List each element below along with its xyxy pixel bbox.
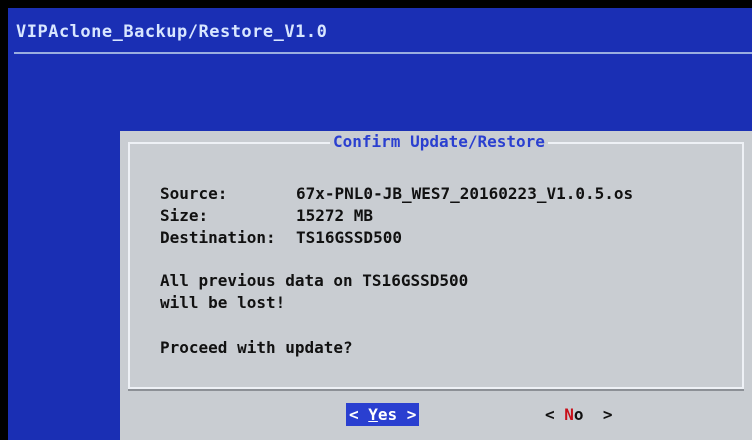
- size-row: Size: 15272 MB: [160, 206, 373, 225]
- source-row: Source: 67x-PNL0-JB_WES7_20160223_V1.0.5.…: [160, 184, 633, 203]
- dialog-title: Confirm Update/Restore: [330, 132, 548, 151]
- size-label: Size:: [160, 206, 209, 225]
- proceed-prompt: Proceed with update?: [160, 338, 353, 357]
- terminal-screen: VIPAclone_Backup/Restore_V1.0 Confirm Up…: [8, 8, 752, 440]
- yes-button[interactable]: < Yes >: [346, 403, 420, 426]
- backtitle-divider: [14, 52, 752, 54]
- yes-close-bracket: >: [397, 405, 417, 424]
- yes-hotkey: Y: [368, 405, 378, 424]
- backtitle: VIPAclone_Backup/Restore_V1.0: [16, 22, 328, 42]
- source-value: 67x-PNL0-JB_WES7_20160223_V1.0.5.os: [296, 184, 634, 203]
- destination-row: Destination: TS16GSSD500: [160, 228, 402, 247]
- destination-label: Destination:: [160, 228, 276, 247]
- no-button[interactable]: < No >: [542, 403, 615, 426]
- destination-value: TS16GSSD500: [296, 228, 402, 247]
- confirm-dialog: Confirm Update/Restore Source: 67x-PNL0-J…: [120, 131, 752, 440]
- size-value: 15272 MB: [296, 206, 374, 225]
- source-label: Source:: [160, 184, 228, 203]
- yes-open-bracket: <: [349, 405, 369, 424]
- no-hotkey: N: [564, 405, 574, 424]
- warning-line-2: will be lost!: [160, 293, 286, 312]
- button-area-divider: [128, 389, 744, 391]
- yes-label-rest: es: [377, 405, 398, 424]
- warning-line-1: All previous data on TS16GSSD500: [160, 271, 469, 290]
- no-open-bracket: <: [545, 405, 565, 424]
- no-label-rest: o: [573, 405, 584, 424]
- no-close-bracket: >: [583, 405, 613, 424]
